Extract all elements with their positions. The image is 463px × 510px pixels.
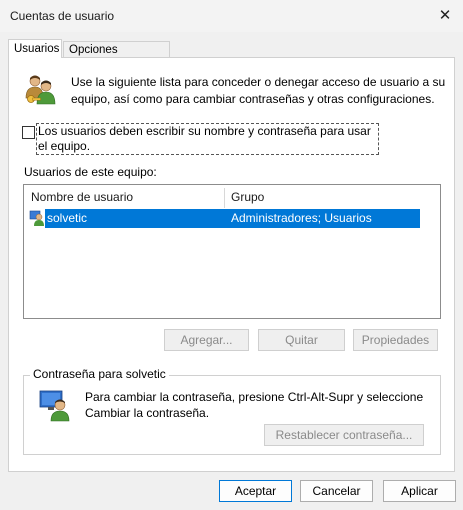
window-title: Cuentas de usuario	[10, 9, 115, 23]
cancel-button[interactable]: Cancelar	[300, 480, 373, 502]
column-separator[interactable]	[224, 188, 225, 208]
close-button[interactable]: ✕	[430, 2, 460, 28]
user-group-cell: Administradores; Usuarios	[231, 211, 372, 225]
user-account-icon	[29, 208, 45, 228]
remove-user-button[interactable]: Quitar	[258, 329, 345, 351]
properties-button[interactable]: Propiedades	[353, 329, 438, 351]
apply-button[interactable]: Aplicar	[383, 480, 456, 502]
tab-opciones-avanzadas[interactable]: Opciones avanzadas	[63, 41, 170, 72]
user-name-cell: solvetic	[47, 211, 88, 225]
password-group-title: Contraseña para solvetic	[30, 367, 169, 381]
reset-password-button[interactable]: Restablecer contraseña...	[264, 424, 424, 446]
ok-button[interactable]: Aceptar	[219, 480, 292, 502]
tab-underline	[9, 56, 61, 58]
require-login-checkbox[interactable]	[22, 126, 35, 139]
users-list-label: Usuarios de este equipo:	[24, 165, 157, 179]
column-header-username[interactable]: Nombre de usuario	[31, 186, 133, 208]
description-text: Use la siguiente lista para conceder o d…	[71, 75, 446, 106]
close-icon: ✕	[438, 7, 452, 24]
password-user-icon	[38, 388, 72, 422]
users-icon	[23, 72, 57, 106]
require-login-label[interactable]: Los usuarios deben escribir su nombre y …	[38, 124, 378, 154]
password-instructions: Para cambiar la contraseña, presione Ctr…	[85, 390, 424, 420]
tab-label: Usuarios	[14, 43, 60, 55]
column-header-group[interactable]: Grupo	[231, 186, 264, 208]
add-user-button[interactable]: Agregar...	[164, 329, 249, 351]
